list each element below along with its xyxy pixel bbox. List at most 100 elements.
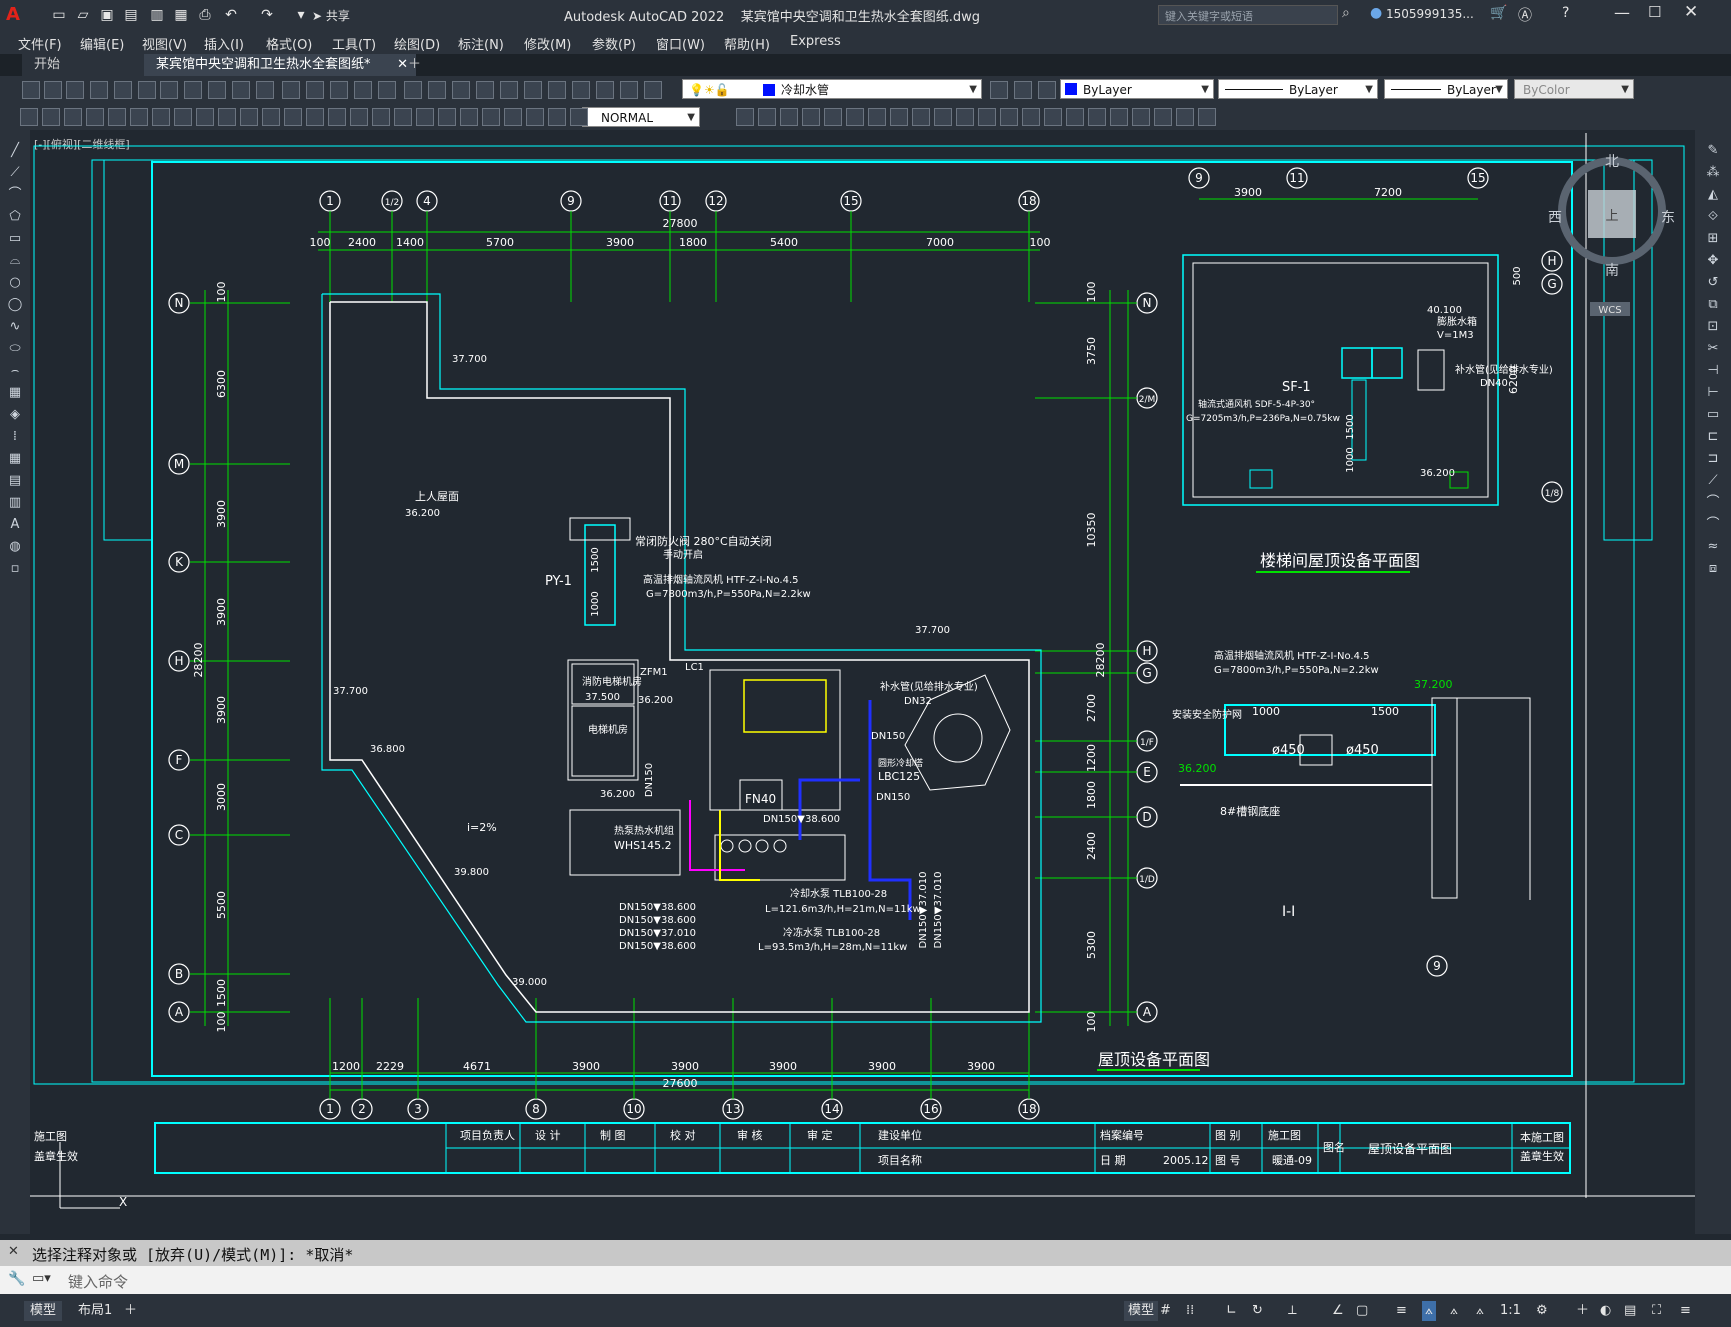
left-draw-tool-icon[interactable]: ⌒ xyxy=(6,186,24,204)
right-modify-tool-icon[interactable]: ⧈ xyxy=(1704,560,1722,578)
standard-tool-icon[interactable] xyxy=(282,81,300,99)
open-web-icon[interactable]: ▥ xyxy=(148,6,166,24)
standard-tool-icon[interactable] xyxy=(354,81,372,99)
user-icon[interactable]: ● xyxy=(1370,5,1382,21)
draw-tool-icon[interactable] xyxy=(262,108,280,126)
modify-tool-icon[interactable] xyxy=(1044,108,1062,126)
modify-tool-icon[interactable] xyxy=(780,108,798,126)
polar-icon[interactable]: ↻ xyxy=(1252,1301,1263,1321)
color-dropdown[interactable]: ByLayer ▼ xyxy=(1060,79,1214,99)
modify-tool-icon[interactable] xyxy=(1198,108,1216,126)
right-modify-tool-icon[interactable]: ✎ xyxy=(1704,142,1722,160)
draw-tool-icon[interactable] xyxy=(108,108,126,126)
standard-tool-icon[interactable] xyxy=(548,81,566,99)
draw-tool-icon[interactable] xyxy=(394,108,412,126)
left-draw-tool-icon[interactable]: ▥ xyxy=(6,494,24,512)
standard-tool-icon[interactable] xyxy=(160,81,178,99)
menu-item-3[interactable]: 插入(I) xyxy=(204,34,244,53)
modify-tool-icon[interactable] xyxy=(956,108,974,126)
customize-icon[interactable]: 🔧 xyxy=(8,1271,25,1287)
modify-tool-icon[interactable] xyxy=(1000,108,1018,126)
minimize-icon[interactable]: — xyxy=(1614,3,1630,22)
layer-tool-icon[interactable] xyxy=(990,81,1008,99)
search-icon[interactable]: ⌕ xyxy=(1342,5,1350,21)
menu-item-9[interactable]: 参数(P) xyxy=(592,34,636,53)
menu-item-2[interactable]: 视图(V) xyxy=(142,34,187,53)
draw-tool-icon[interactable] xyxy=(64,108,82,126)
isolate-icon[interactable]: ◐ xyxy=(1600,1301,1611,1321)
draw-tool-icon[interactable] xyxy=(284,108,302,126)
user-name[interactable]: 1505999135... xyxy=(1386,7,1474,21)
draw-tool-icon[interactable] xyxy=(130,108,148,126)
menu-item-8[interactable]: 修改(M) xyxy=(524,34,571,53)
grid-icon[interactable]: # xyxy=(1160,1301,1171,1321)
right-modify-tool-icon[interactable]: ✥ xyxy=(1704,252,1722,270)
modify-tool-icon[interactable] xyxy=(802,108,820,126)
help-icon[interactable]: ? xyxy=(1562,5,1569,21)
linetype-dropdown[interactable]: ByLayer ▼ xyxy=(1218,79,1378,99)
standard-tool-icon[interactable] xyxy=(476,81,494,99)
left-draw-tool-icon[interactable]: ◯ xyxy=(6,296,24,314)
right-modify-tool-icon[interactable]: ⟋ xyxy=(1704,472,1722,490)
tab-model[interactable]: 模型 xyxy=(24,1301,63,1321)
draw-tool-icon[interactable] xyxy=(196,108,214,126)
save-web-icon[interactable]: ▦ xyxy=(172,6,190,24)
menu-item-1[interactable]: 编辑(E) xyxy=(80,34,124,53)
right-modify-tool-icon[interactable]: ⌒ xyxy=(1704,494,1722,512)
isodraft-icon[interactable]: ⟂ xyxy=(1288,1301,1297,1321)
modify-tool-icon[interactable] xyxy=(934,108,952,126)
model-space-button[interactable]: 模型 xyxy=(1124,1301,1159,1321)
standard-tool-icon[interactable] xyxy=(404,81,422,99)
draw-tool-icon[interactable] xyxy=(174,108,192,126)
left-draw-tool-icon[interactable]: ▦ xyxy=(6,450,24,468)
modify-tool-icon[interactable] xyxy=(736,108,754,126)
modify-tool-icon[interactable] xyxy=(1154,108,1172,126)
left-draw-tool-icon[interactable]: ⌢ xyxy=(6,362,24,380)
modify-tool-icon[interactable] xyxy=(1132,108,1150,126)
close-icon[interactable]: ✕ xyxy=(1684,2,1698,22)
right-modify-tool-icon[interactable]: ⊣ xyxy=(1704,362,1722,380)
modify-tool-icon[interactable] xyxy=(890,108,908,126)
left-draw-tool-icon[interactable]: ▦ xyxy=(6,384,24,402)
draw-tool-icon[interactable] xyxy=(504,108,522,126)
left-draw-tool-icon[interactable]: ○ xyxy=(6,274,24,292)
draw-tool-icon[interactable] xyxy=(218,108,236,126)
modify-tool-icon[interactable] xyxy=(1176,108,1194,126)
standard-tool-icon[interactable] xyxy=(572,81,590,99)
command-prompt-icon[interactable]: ▭▾ xyxy=(32,1271,51,1286)
left-draw-tool-icon[interactable]: ⌓ xyxy=(6,252,24,270)
right-modify-tool-icon[interactable]: ⊐ xyxy=(1704,450,1722,468)
draw-tool-icon[interactable] xyxy=(20,108,38,126)
layer-tool-icon[interactable] xyxy=(1038,81,1056,99)
tab-document[interactable]: 某宾馆中央空调和卫生热水全套图纸* ✕ xyxy=(144,54,416,76)
left-draw-tool-icon[interactable]: ⁞ xyxy=(6,428,24,446)
annotation-scale-value[interactable]: 1:1 xyxy=(1500,1301,1521,1321)
modify-tool-icon[interactable] xyxy=(824,108,842,126)
standard-tool-icon[interactable] xyxy=(208,81,226,99)
cart-icon[interactable]: 🛒 xyxy=(1490,5,1507,21)
workspace-gear-icon[interactable]: ⚙ xyxy=(1536,1301,1548,1321)
right-modify-tool-icon[interactable]: ⧉ xyxy=(1704,296,1722,314)
new-file-icon[interactable]: ▭ xyxy=(50,6,68,24)
add-layout-icon[interactable]: ＋ xyxy=(124,1301,137,1321)
osnap-icon[interactable]: ▢ xyxy=(1356,1301,1368,1321)
left-draw-tool-icon[interactable]: ╱ xyxy=(6,142,24,160)
modify-tool-icon[interactable] xyxy=(1022,108,1040,126)
lineweight-icon[interactable]: ≡ xyxy=(1396,1301,1407,1321)
draw-tool-icon[interactable] xyxy=(548,108,566,126)
modify-tool-icon[interactable] xyxy=(758,108,776,126)
standard-tool-icon[interactable] xyxy=(378,81,396,99)
right-modify-tool-icon[interactable]: ≈ xyxy=(1704,538,1722,556)
customize-qat-icon[interactable]: ▾ xyxy=(292,6,310,24)
left-draw-tool-icon[interactable]: ◈ xyxy=(6,406,24,424)
plot-icon[interactable]: ⎙ xyxy=(196,6,214,24)
menu-item-12[interactable]: Express xyxy=(790,34,841,49)
plotstyle-dropdown[interactable]: ByColor ▼ xyxy=(1514,79,1634,99)
draw-tool-icon[interactable] xyxy=(42,108,60,126)
right-modify-tool-icon[interactable]: ◭ xyxy=(1704,186,1722,204)
standard-tool-icon[interactable] xyxy=(184,81,202,99)
menu-item-7[interactable]: 标注(N) xyxy=(458,34,504,53)
menu-item-5[interactable]: 工具(T) xyxy=(332,34,376,53)
standard-tool-icon[interactable] xyxy=(330,81,348,99)
draw-tool-icon[interactable] xyxy=(86,108,104,126)
